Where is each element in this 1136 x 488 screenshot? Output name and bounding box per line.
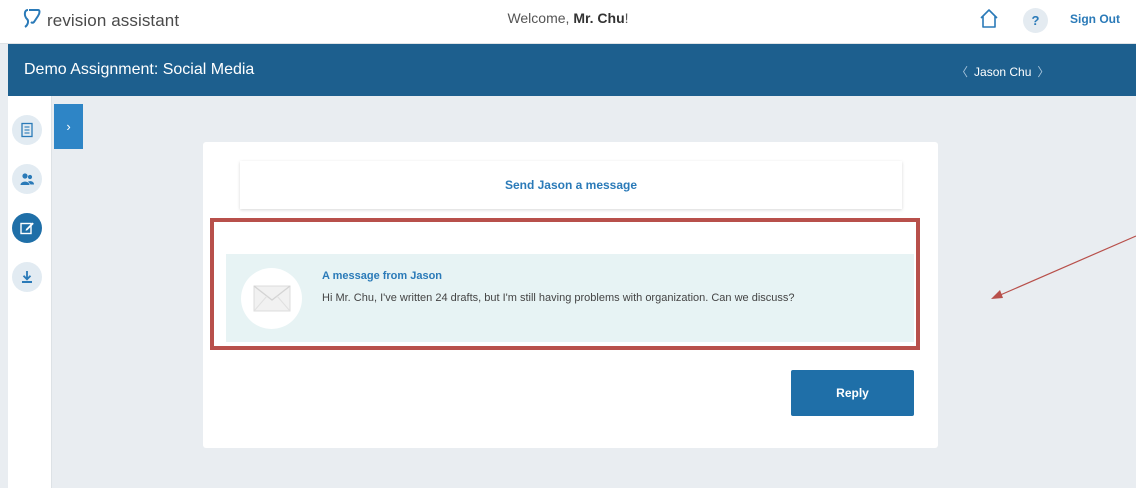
annotation-arrow bbox=[991, 235, 1136, 299]
